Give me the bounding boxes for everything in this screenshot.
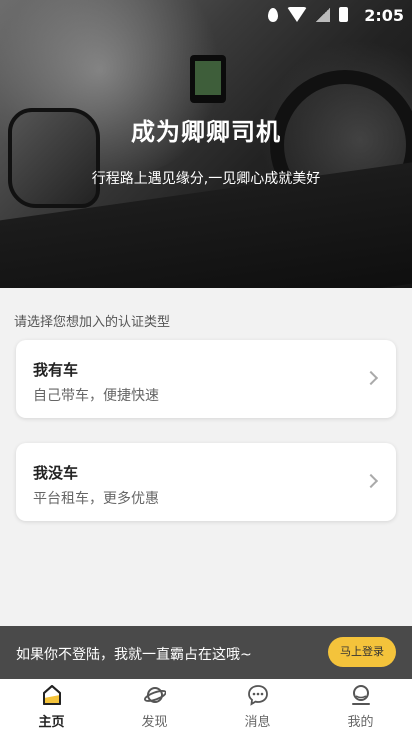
card-title: 我没车 (33, 464, 79, 482)
tab-discover[interactable]: 发现 (103, 679, 206, 732)
status-time: 2:05 (364, 6, 404, 25)
planet-icon (143, 687, 166, 703)
signal-icon (316, 7, 330, 22)
card-title: 我有车 (33, 361, 79, 379)
chevron-right-icon (363, 370, 379, 386)
no-car-card[interactable]: 我没车 平台租车，更多优惠 (16, 443, 396, 521)
chat-icon (247, 685, 268, 706)
card-description: 自己带车，便捷快速 (33, 388, 159, 404)
chevron-right-icon (363, 473, 379, 489)
hero-banner: 2:05 成为卿卿司机 行程路上遇见缘分,一见卿心成就美好 (0, 0, 412, 288)
profile-icon (351, 685, 370, 705)
tab-messages[interactable]: 消息 (206, 679, 309, 732)
battery-icon (339, 7, 348, 22)
tab-label: 主页 (38, 715, 65, 730)
card-description: 平台租车，更多优惠 (33, 491, 159, 507)
tab-label: 发现 (141, 715, 168, 730)
status-bar: 2:05 (0, 0, 412, 30)
tab-label: 我的 (347, 715, 374, 730)
wifi-icon (287, 7, 307, 22)
have-car-card[interactable]: 我有车 自己带车，便捷快速 (16, 340, 396, 418)
tab-home[interactable]: 主页 (0, 679, 103, 732)
login-button[interactable]: 马上登录 (328, 637, 396, 667)
tab-label: 消息 (244, 715, 271, 730)
tab-profile[interactable]: 我的 (309, 679, 412, 732)
login-prompt-bar: 如果你不登陆，我就一直霸占在这哦~ 马上登录 (0, 626, 412, 679)
location-icon (268, 7, 278, 22)
hero-title: 成为卿卿司机 (131, 118, 281, 146)
bottom-tab-bar: 主页 发现 消息 我的 (0, 679, 412, 732)
login-prompt-text: 如果你不登陆，我就一直霸占在这哦~ (16, 647, 252, 663)
hero-subtitle: 行程路上遇见缘分,一见卿心成就美好 (91, 171, 321, 187)
dash-phone-graphic (190, 55, 226, 103)
home-icon (42, 685, 61, 705)
section-hint: 请选择您想加入的认证类型 (14, 315, 171, 330)
